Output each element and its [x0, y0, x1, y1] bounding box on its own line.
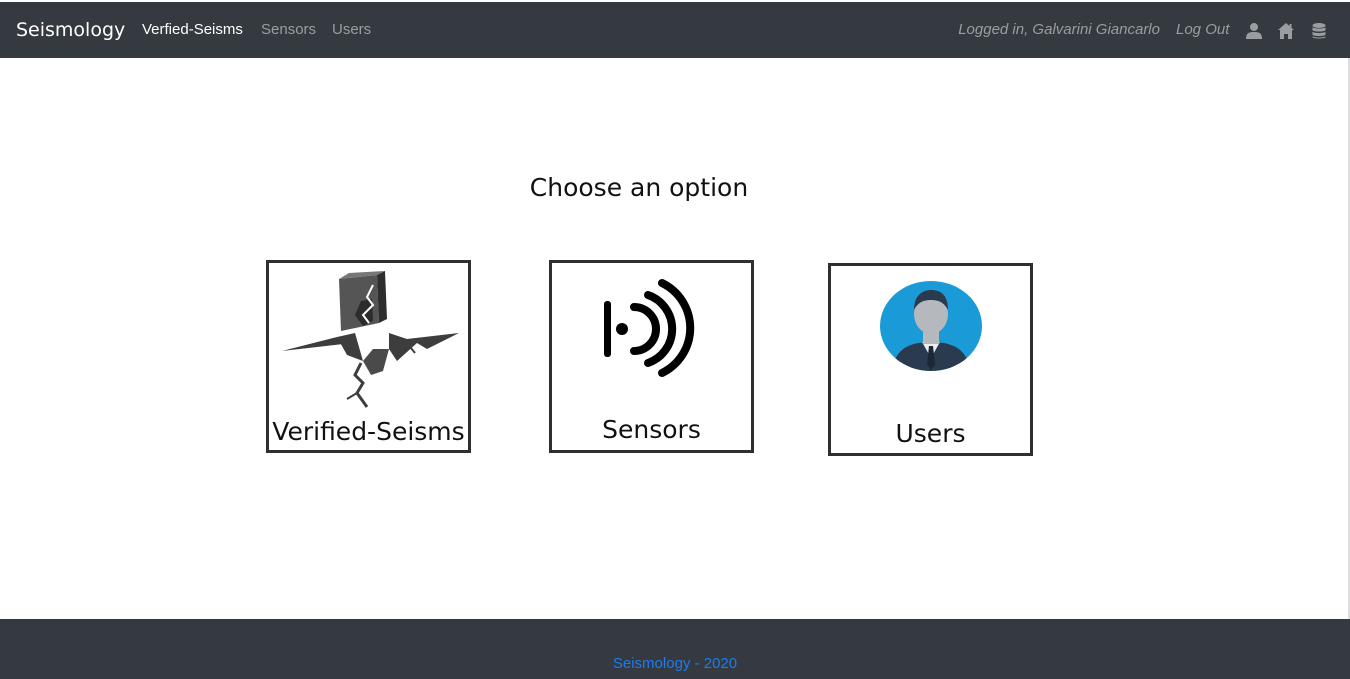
earthquake-crack-icon — [281, 271, 459, 408]
user-avatar-icon — [879, 281, 982, 371]
option-card-verified-seisms[interactable]: Verified-Seisms — [266, 260, 471, 453]
option-card-users[interactable]: Users — [828, 263, 1033, 456]
signal-waves-icon — [603, 279, 694, 377]
logged-in-status: Logged in, Galvarini Giancarlo — [958, 21, 1160, 38]
card-label-verified-seisms: Verified-Seisms — [272, 417, 465, 446]
brand-link[interactable]: Seismology — [16, 19, 125, 41]
card-label-sensors: Sensors — [602, 415, 701, 444]
nav-link-sensors[interactable]: Sensors — [261, 21, 316, 39]
page-footer: Seismology - 2020 — [0, 619, 1350, 679]
top-navbar: Seismology Verfied-Seisms Sensors Users … — [0, 0, 1350, 58]
page: Seismology Verfied-Seisms Sensors Users … — [0, 0, 1350, 679]
user-icon[interactable] — [1245, 22, 1263, 40]
option-card-sensors[interactable]: Sensors — [549, 260, 754, 453]
database-icon[interactable] — [1310, 22, 1328, 40]
home-icon[interactable] — [1277, 22, 1295, 40]
nav-link-verified-seisms[interactable]: Verfied-Seisms — [142, 21, 243, 39]
footer-link[interactable]: Seismology - 2020 — [0, 655, 1350, 673]
nav-link-users[interactable]: Users — [332, 21, 371, 39]
logout-link[interactable]: Log Out — [1176, 21, 1229, 39]
page-heading: Choose an option — [529, 173, 749, 202]
card-label-users: Users — [895, 419, 966, 448]
